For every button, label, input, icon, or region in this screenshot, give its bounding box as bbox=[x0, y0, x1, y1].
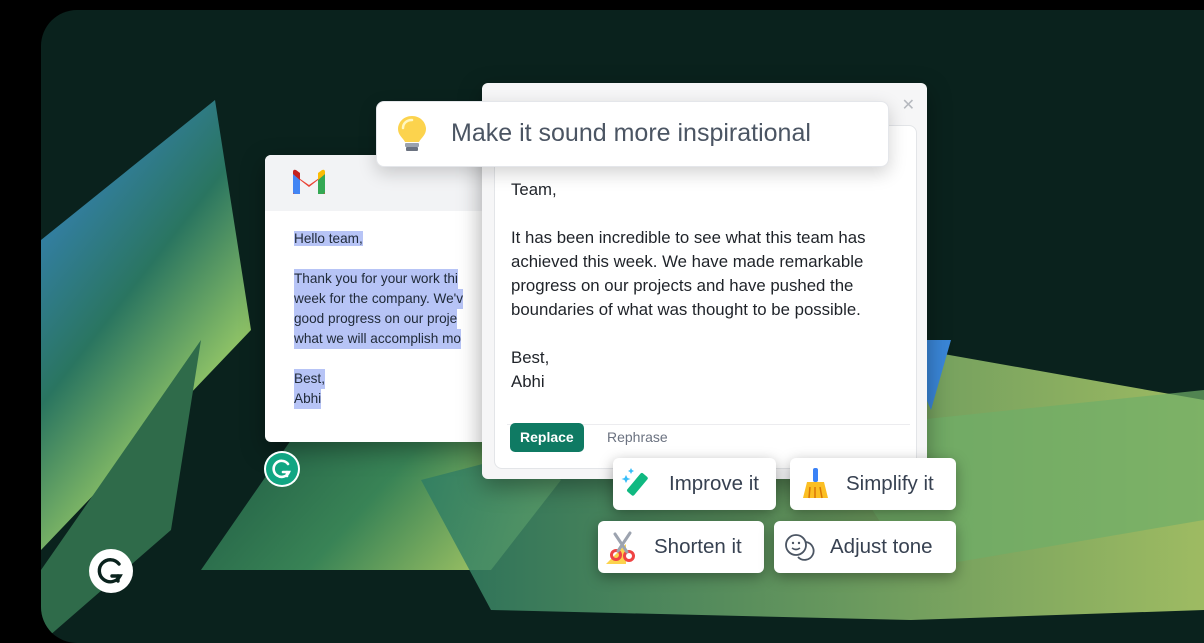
selected-text: Best, bbox=[294, 369, 325, 389]
selected-text: what we will accomplish mo bbox=[294, 329, 461, 349]
selected-text: Hello team, bbox=[294, 231, 363, 246]
prompt-text: Make it sound more inspirational bbox=[451, 119, 811, 147]
adjust-tone-label: Adjust tone bbox=[830, 535, 933, 558]
shorten-it-label: Shorten it bbox=[654, 535, 742, 558]
grammarly-badge-button[interactable] bbox=[264, 451, 300, 487]
gmail-logo-icon bbox=[293, 169, 325, 194]
suggestion-greeting: Team, bbox=[511, 180, 557, 199]
adjust-tone-button[interactable]: Adjust tone bbox=[774, 521, 956, 573]
simplify-it-button[interactable]: Simplify it bbox=[790, 458, 956, 510]
scissors-icon bbox=[606, 531, 635, 564]
rephrase-button[interactable]: Rephrase bbox=[607, 423, 668, 452]
simplify-it-label: Simplify it bbox=[846, 472, 934, 495]
selected-text: Abhi bbox=[294, 389, 322, 409]
gmail-message-body: Hello team, Thank you for your work thi … bbox=[265, 211, 505, 409]
gmail-compose-card: Hello team, Thank you for your work thi … bbox=[265, 155, 505, 442]
tone-faces-icon bbox=[785, 534, 815, 561]
suggestion-name: Abhi bbox=[511, 372, 545, 391]
suggested-text: Team, It has been incredible to see what… bbox=[511, 178, 911, 394]
selected-text: week for the company. We'v bbox=[294, 289, 464, 309]
improve-it-button[interactable]: Improve it bbox=[613, 458, 776, 510]
grammarly-brand-logo bbox=[89, 549, 133, 593]
selected-text: Thank you for your work thi bbox=[294, 269, 458, 289]
prompt-input-bar[interactable]: Make it sound more inspirational bbox=[376, 101, 889, 167]
suggestion-signoff: Best, bbox=[511, 348, 550, 367]
magic-wand-icon bbox=[621, 468, 648, 496]
grammarly-g-icon bbox=[267, 454, 297, 484]
grammarly-logo-icon bbox=[97, 558, 123, 584]
suggestion-body: It has been incredible to see what this … bbox=[511, 228, 866, 319]
replace-button[interactable]: Replace bbox=[510, 423, 584, 452]
selected-text: good progress on our proje bbox=[294, 309, 458, 329]
broom-icon bbox=[803, 468, 828, 499]
suggestion-card: Team, It has been incredible to see what… bbox=[494, 125, 917, 469]
shorten-it-button[interactable]: Shorten it bbox=[598, 521, 764, 573]
lightbulb-icon bbox=[398, 116, 426, 151]
close-icon[interactable]: ✕ bbox=[902, 95, 915, 115]
improve-it-label: Improve it bbox=[669, 472, 759, 495]
